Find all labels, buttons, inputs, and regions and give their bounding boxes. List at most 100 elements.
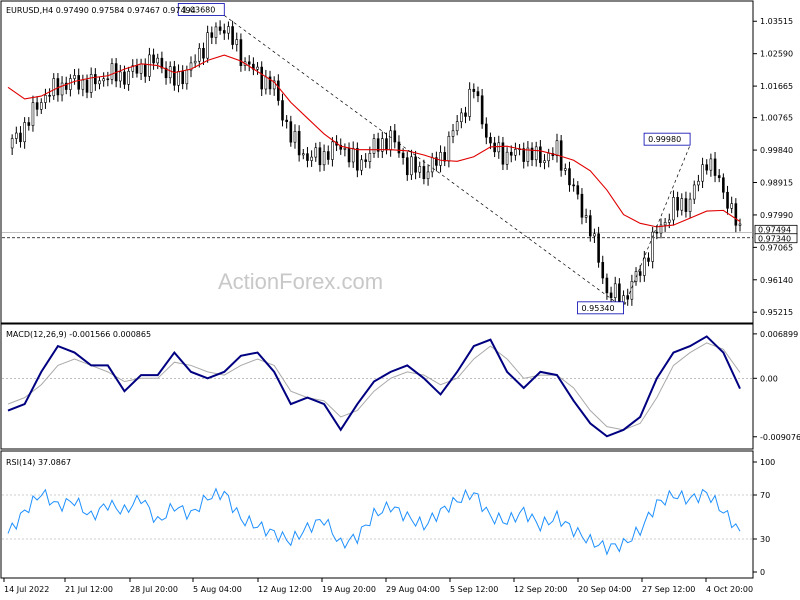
candle-body bbox=[584, 215, 588, 218]
rsi-tick-label: 70 bbox=[760, 491, 770, 500]
candle-body bbox=[676, 197, 679, 211]
candle-body bbox=[10, 138, 14, 149]
candle-body bbox=[314, 147, 318, 158]
candle-body bbox=[260, 66, 264, 90]
candle-body bbox=[647, 257, 650, 262]
candle-body bbox=[422, 166, 426, 180]
candle-body bbox=[655, 231, 659, 234]
candle-body bbox=[168, 66, 172, 79]
candle-body bbox=[77, 75, 81, 90]
candle-body bbox=[193, 60, 197, 64]
candle-body bbox=[322, 151, 326, 166]
candle-body bbox=[497, 142, 501, 153]
candle-body bbox=[680, 198, 684, 211]
candle-body bbox=[152, 54, 155, 64]
candle-body bbox=[414, 156, 417, 173]
candle-body bbox=[564, 168, 567, 171]
price-tick-label: 0.95215 bbox=[760, 308, 793, 317]
x-tick-label: 4 Oct 20:00 bbox=[706, 585, 753, 594]
candle-body bbox=[464, 112, 467, 117]
candle-body bbox=[23, 122, 26, 143]
candle-body bbox=[98, 80, 101, 85]
candle-body bbox=[410, 156, 413, 176]
candle-body bbox=[135, 65, 139, 74]
candle-body bbox=[44, 94, 47, 103]
candle-body bbox=[580, 193, 584, 218]
candle-body bbox=[697, 180, 700, 186]
price-tick-label: 0.97065 bbox=[760, 243, 793, 252]
candle-body bbox=[601, 262, 605, 279]
candle-body bbox=[39, 102, 43, 110]
price-tick-label: 0.99840 bbox=[760, 146, 793, 155]
candle-body bbox=[247, 61, 251, 65]
candle-body bbox=[663, 222, 667, 226]
candle-body bbox=[555, 140, 559, 157]
candle-body bbox=[206, 32, 209, 59]
current-price-label: 0.97494 bbox=[758, 225, 791, 234]
candle-body bbox=[177, 71, 180, 86]
x-tick-label: 12 Sep 20:00 bbox=[514, 585, 567, 594]
candle-body bbox=[539, 146, 542, 163]
candle-body bbox=[227, 26, 230, 34]
candle-body bbox=[306, 153, 309, 161]
candle-body bbox=[547, 153, 550, 162]
candle-body bbox=[430, 157, 434, 173]
candle-body bbox=[85, 79, 89, 93]
candle-body bbox=[630, 281, 634, 300]
candle-body bbox=[185, 69, 189, 85]
candle-body bbox=[293, 131, 297, 143]
price-tick-label: 0.98915 bbox=[760, 179, 793, 188]
candle-body bbox=[19, 132, 22, 143]
candle-body bbox=[572, 184, 575, 187]
candle-body bbox=[514, 149, 517, 156]
candle-body bbox=[202, 48, 205, 59]
rsi-tick-label: 100 bbox=[760, 458, 775, 467]
candle-body bbox=[480, 95, 484, 125]
candle-body bbox=[389, 130, 392, 151]
macd-tick-label: 0.006899 bbox=[760, 330, 798, 339]
candle-body bbox=[356, 148, 359, 171]
candle-body bbox=[451, 130, 455, 137]
candle-body bbox=[56, 78, 60, 96]
candle-body bbox=[139, 63, 143, 74]
macd-tick-label: -0.009076 bbox=[760, 433, 800, 442]
rsi-label: RSI(14) 37.0867 bbox=[6, 458, 71, 467]
swing-annotation-label: 0.95340 bbox=[582, 304, 615, 313]
candle-body bbox=[277, 80, 280, 101]
candle-body bbox=[326, 151, 330, 160]
candle-body bbox=[460, 112, 463, 122]
candle-body bbox=[643, 257, 646, 276]
candle-body bbox=[588, 215, 592, 237]
price-tick-label: 1.02590 bbox=[760, 50, 793, 59]
candle-body bbox=[214, 26, 218, 38]
candle-body bbox=[738, 223, 742, 226]
x-tick-label: 5 Aug 04:00 bbox=[193, 585, 242, 594]
symbol-info: EURUSD,H4 0.97490 0.97584 0.97467 0.9749… bbox=[6, 6, 196, 15]
candle-body bbox=[609, 292, 613, 298]
price-tick-label: 1.03515 bbox=[760, 17, 793, 26]
candle-body bbox=[472, 88, 476, 92]
candle-body bbox=[568, 168, 571, 186]
candle-body bbox=[447, 136, 451, 162]
eurusd-h4-chart: ActionForex.com 1.03515 1.02590 1.01665 1.0… bbox=[0, 0, 800, 600]
candle-body bbox=[443, 152, 447, 162]
candle-body bbox=[218, 26, 222, 31]
candle-body bbox=[297, 131, 301, 156]
candle-body bbox=[576, 185, 580, 195]
candle-body bbox=[368, 153, 372, 162]
candle-body bbox=[705, 164, 709, 171]
candle-body bbox=[235, 39, 239, 45]
candle-body bbox=[667, 219, 671, 223]
candle-body bbox=[106, 78, 110, 81]
candle-body bbox=[48, 94, 51, 97]
candle-body bbox=[613, 283, 617, 298]
candle-body bbox=[734, 203, 738, 226]
candle-body bbox=[289, 121, 293, 143]
x-tick-label: 28 Jul 20:00 bbox=[130, 585, 178, 594]
candle-body bbox=[343, 148, 347, 150]
candle-body bbox=[426, 171, 430, 180]
x-tick-label: 19 Aug 20:00 bbox=[322, 585, 376, 594]
candle-body bbox=[148, 54, 151, 77]
candle-body bbox=[605, 277, 609, 294]
candle-body bbox=[173, 66, 176, 86]
